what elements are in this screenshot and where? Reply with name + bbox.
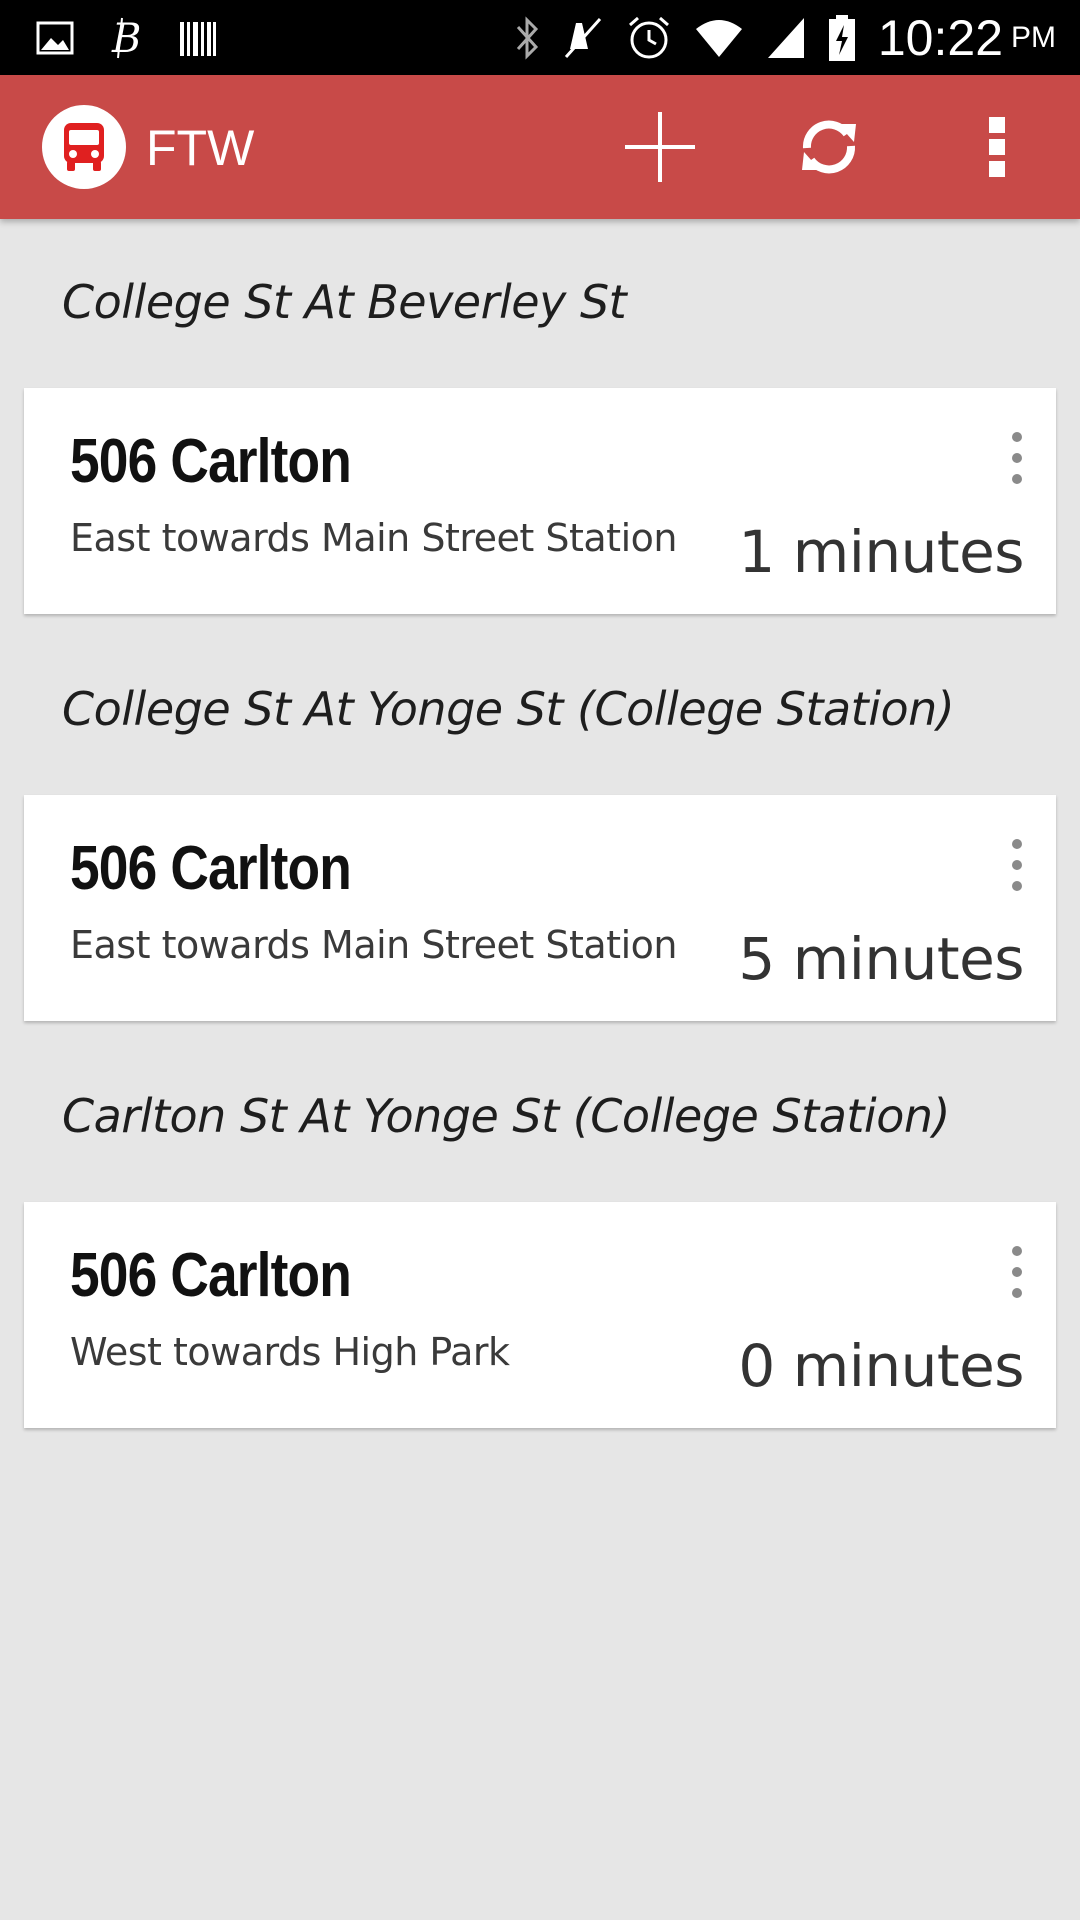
prediction-card[interactable]: 506 Carlton East towards Main Street Sta…: [24, 795, 1056, 1021]
bluetooth-icon: [514, 15, 540, 61]
overflow-menu-button[interactable]: [947, 97, 1047, 197]
app-title: FTW: [146, 120, 255, 176]
alarm-icon: [626, 15, 672, 61]
prediction-card[interactable]: 506 Carlton East towards Main Street Sta…: [24, 388, 1056, 614]
app-logo[interactable]: [42, 105, 126, 189]
route-name: 506 Carlton: [70, 427, 352, 496]
status-bar-system: 10:22 PM: [492, 9, 1056, 67]
route-name: 506 Carlton: [70, 834, 352, 903]
bitcoin-icon: B: [108, 16, 144, 60]
card-overflow-icon[interactable]: [1002, 839, 1032, 891]
wifi-icon: [694, 17, 744, 59]
stop-header: College St At Beverley St: [62, 275, 627, 329]
add-button[interactable]: [610, 97, 710, 197]
app-bar: FTW: [0, 75, 1080, 219]
bus-icon: [64, 123, 104, 171]
route-direction: East towards Main Street Station: [70, 516, 677, 560]
refresh-icon: [802, 120, 856, 174]
image-icon: [36, 21, 74, 55]
signal-icon: [766, 16, 806, 60]
battery-charging-icon: [828, 14, 856, 61]
route-direction: West towards High Park: [70, 1330, 510, 1374]
overflow-menu-icon: [989, 117, 1005, 177]
route-direction: East towards Main Street Station: [70, 923, 677, 967]
mute-icon: [562, 15, 604, 61]
svg-text:B: B: [111, 16, 141, 60]
card-overflow-icon[interactable]: [1002, 432, 1032, 484]
barcode-icon: [178, 18, 218, 58]
add-icon: [625, 112, 695, 182]
stop-header: Carlton St At Yonge St (College Station): [62, 1089, 950, 1143]
clock-ampm: PM: [1011, 20, 1056, 54]
arrival-time: 5 minutes: [738, 925, 1024, 993]
clock-time: 10:22: [877, 9, 1003, 66]
route-name: 506 Carlton: [70, 1241, 352, 1310]
refresh-button[interactable]: [779, 97, 879, 197]
status-bar: B 10:22 PM: [0, 0, 1080, 75]
prediction-card[interactable]: 506 Carlton West towards High Park 0 min…: [24, 1202, 1056, 1428]
status-bar-notifications: B: [36, 16, 252, 60]
arrival-time: 0 minutes: [738, 1332, 1024, 1400]
clock: 10:22 PM: [878, 9, 1056, 67]
card-overflow-icon[interactable]: [1002, 1246, 1032, 1298]
arrival-time: 1 minutes: [738, 518, 1024, 586]
stop-header: College St At Yonge St (College Station): [62, 682, 955, 736]
